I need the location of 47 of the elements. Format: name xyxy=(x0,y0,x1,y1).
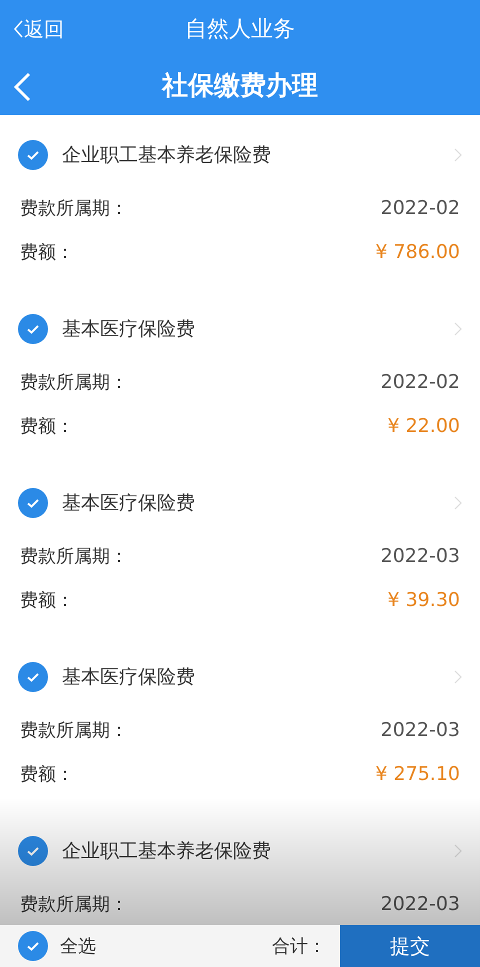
period-label: 费款所属期： xyxy=(20,544,128,568)
amount-label: 费额： xyxy=(20,762,74,786)
fee-name: 基本医疗保险费 xyxy=(62,664,196,690)
period-value: 2022-02 xyxy=(380,196,460,221)
amount-value: ¥ 275.10 xyxy=(375,762,460,787)
period-label: 费款所属期： xyxy=(20,370,128,394)
checkbox[interactable] xyxy=(18,314,48,344)
period-label: 费款所属期： xyxy=(20,892,128,916)
chevron-icon xyxy=(454,496,462,510)
page-title: 社保缴费办理 xyxy=(162,70,318,103)
chevron-icon xyxy=(454,322,462,336)
fee-item-header[interactable]: 基本医疗保险费 xyxy=(0,298,480,360)
amount-label: 费额： xyxy=(20,588,74,612)
submit-button[interactable]: 提交 xyxy=(340,925,480,967)
chevron-icon xyxy=(454,844,462,858)
app-title: 自然人业务 xyxy=(185,16,295,44)
back-icon xyxy=(12,19,24,39)
fee-item-header[interactable]: 企业职工基本养老保险费 xyxy=(0,124,480,186)
period-label: 费款所属期： xyxy=(20,718,128,742)
amount-label: 费额： xyxy=(20,414,74,438)
period-value: 2022-02 xyxy=(380,370,460,395)
total-label: 合计： xyxy=(272,934,327,958)
back-icon xyxy=(12,70,32,102)
fee-item-header[interactable]: 基本医疗保险费 xyxy=(0,646,480,708)
amount-value: ¥ 22.00 xyxy=(387,414,460,439)
back-button[interactable] xyxy=(12,70,32,102)
amount-value: ¥ 786.00 xyxy=(375,240,460,265)
period-value: 2022-03 xyxy=(380,544,460,569)
period-value: 2022-03 xyxy=(380,718,460,743)
period-label: 费款所属期： xyxy=(20,196,128,220)
fee-name: 基本医疗保险费 xyxy=(62,490,196,516)
select-all-label: 全选 xyxy=(60,934,96,958)
checkbox[interactable] xyxy=(18,140,48,170)
checkbox[interactable] xyxy=(18,931,48,961)
fee-item-header[interactable]: 基本医疗保险费 xyxy=(0,472,480,534)
period-value: 2022-03 xyxy=(380,892,460,917)
amount-label: 费额： xyxy=(20,240,74,264)
chevron-icon xyxy=(454,670,462,684)
fee-name: 基本医疗保险费 xyxy=(62,316,196,342)
chevron-icon xyxy=(454,148,462,162)
checkbox[interactable] xyxy=(18,488,48,518)
fee-name: 企业职工基本养老保险费 xyxy=(62,142,272,168)
checkbox[interactable] xyxy=(18,836,48,866)
fee-name: 企业职工基本养老保险费 xyxy=(62,838,272,864)
fee-item-header[interactable]: 企业职工基本养老保险费 xyxy=(0,820,480,882)
amount-value: ¥ 39.30 xyxy=(387,588,460,613)
checkbox[interactable] xyxy=(18,662,48,692)
